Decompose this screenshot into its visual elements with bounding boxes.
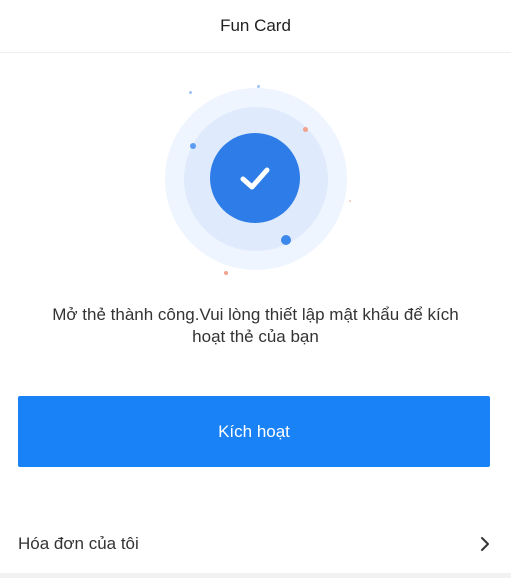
status-message-line1: Mở thẻ thành công.Vui lòng thiết lập mật… [52, 305, 459, 324]
my-invoices-item[interactable]: Hóa đơn của tôi [0, 515, 511, 573]
decor-dot [190, 143, 196, 149]
decor-dot [281, 235, 291, 245]
my-invoices-label: Hóa đơn của tôi [18, 534, 139, 553]
status-message-line2: hoạt thẻ của bạn [192, 327, 319, 346]
bottom-divider [0, 573, 511, 578]
success-check-circle [210, 133, 300, 223]
page-title: Fun Card [220, 16, 291, 35]
success-illustration [165, 85, 351, 275]
card-activation-page: Fun Card Mở thẻ thành công.Vui lòng thiế… [0, 0, 511, 578]
activate-button[interactable]: Kích hoạt [18, 396, 490, 467]
decor-dot [257, 85, 260, 88]
status-message: Mở thẻ thành công.Vui lòng thiết lập mật… [0, 304, 511, 348]
top-header: Fun Card [0, 0, 511, 53]
decor-dot [303, 127, 308, 132]
checkmark-icon [240, 167, 270, 190]
chevron-right-icon [477, 536, 493, 552]
decor-dot [189, 91, 192, 94]
decor-dot [224, 271, 228, 275]
decor-dot [349, 200, 351, 202]
